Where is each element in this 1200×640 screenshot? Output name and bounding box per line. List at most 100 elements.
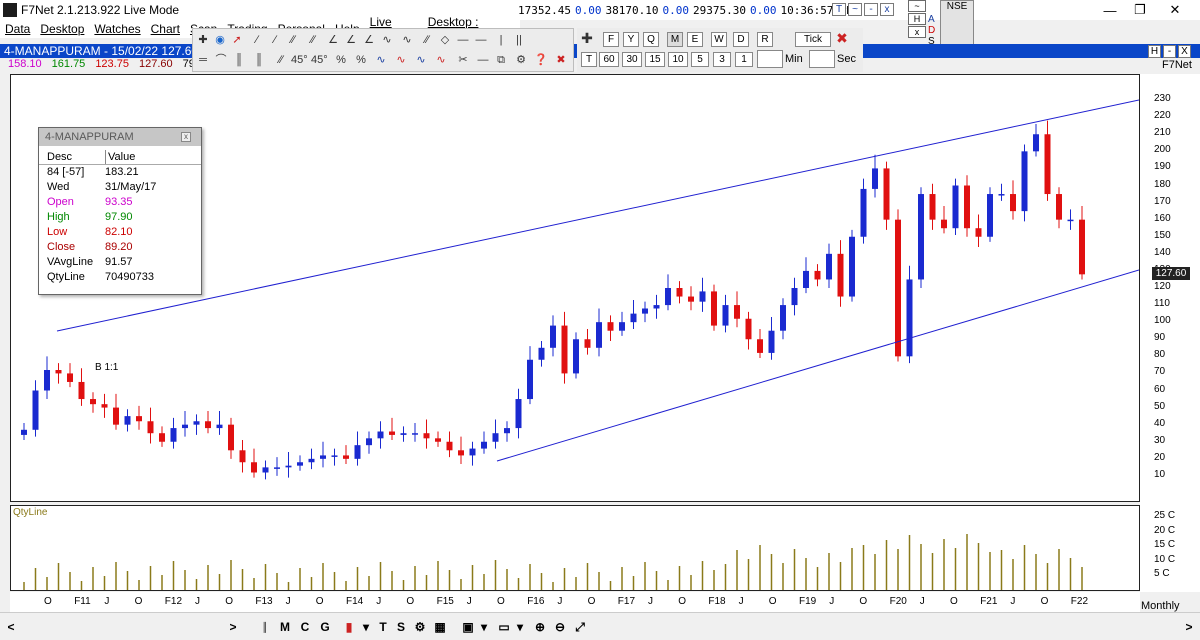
- sec-input[interactable]: [809, 50, 835, 68]
- help-icon[interactable]: ❓: [533, 53, 549, 67]
- bar-type-icon[interactable]: ║: [254, 619, 276, 635]
- crosshair-icon[interactable]: ✚: [579, 31, 595, 45]
- red-wave-2-icon[interactable]: ∿: [433, 53, 449, 67]
- menu-data[interactable]: Data: [5, 22, 30, 36]
- s-button[interactable]: S: [394, 619, 408, 635]
- minimize-button[interactable]: —: [1095, 0, 1125, 20]
- ray-tool-icon[interactable]: ∕: [267, 33, 283, 47]
- vertical-line-icon[interactable]: |: [493, 33, 509, 47]
- volume-panel[interactable]: QtyLine: [10, 505, 1140, 591]
- t-button[interactable]: T: [376, 619, 390, 635]
- tf-15[interactable]: 15: [645, 52, 665, 67]
- zigzag-icon[interactable]: ∿: [379, 33, 395, 47]
- copy-icon[interactable]: ⧉: [493, 53, 509, 67]
- arc-icon[interactable]: ∕∕: [419, 33, 435, 47]
- candle-dropdown-icon[interactable]: ▾: [360, 619, 372, 635]
- scroll-left-icon[interactable]: <: [4, 619, 18, 635]
- h-toggle[interactable]: H: [908, 13, 926, 25]
- zoom-out-icon[interactable]: ⊖: [552, 619, 568, 635]
- channel-icon[interactable]: ∕∕: [305, 33, 321, 47]
- tf-30[interactable]: 30: [622, 52, 642, 67]
- tf-1[interactable]: 1: [735, 52, 753, 67]
- angle45b-icon[interactable]: 45°: [311, 53, 328, 67]
- tf-w[interactable]: W: [711, 32, 727, 47]
- tf-t[interactable]: T: [581, 52, 597, 67]
- fib-fan-icon[interactable]: ∠: [343, 33, 359, 47]
- red-wave-icon[interactable]: ∿: [393, 53, 409, 67]
- tf-y[interactable]: Y: [623, 32, 639, 47]
- diamond-icon[interactable]: ◇: [437, 33, 453, 47]
- minimize-ticker-button[interactable]: -: [864, 3, 878, 16]
- data-window-close-icon[interactable]: x: [181, 132, 191, 142]
- settings-icon[interactable]: ⚙: [513, 53, 529, 67]
- tf-f[interactable]: F: [603, 32, 619, 47]
- wave-icon[interactable]: ∿: [399, 33, 415, 47]
- percent-x-icon[interactable]: %: [353, 53, 369, 67]
- tf-60[interactable]: 60: [599, 52, 619, 67]
- tick-button[interactable]: Tick: [795, 32, 831, 47]
- data-window[interactable]: 4-MANAPPURAM x Desc Value 84 [-57] 183.21…: [38, 127, 202, 295]
- fit-icon[interactable]: ⤢: [572, 619, 588, 635]
- stop-icon[interactable]: ✖: [834, 31, 850, 45]
- open-folder-icon[interactable]: ▭: [496, 619, 512, 635]
- angle45-icon[interactable]: 45°: [291, 53, 308, 67]
- side-letters: ~ H x: [908, 0, 928, 50]
- save-icon[interactable]: ▣: [460, 619, 476, 635]
- chart-minimize-button[interactable]: -: [1163, 45, 1176, 58]
- line-icon[interactable]: —: [475, 53, 491, 67]
- tf-r[interactable]: R: [757, 32, 773, 47]
- menu-chart[interactable]: Chart: [151, 22, 180, 36]
- zoom-in-icon[interactable]: ⊕: [532, 619, 548, 635]
- hline-icon[interactable]: ═: [195, 53, 211, 67]
- min-input[interactable]: [757, 50, 783, 68]
- tf-e[interactable]: E: [687, 32, 703, 47]
- close-ticker-button[interactable]: x: [880, 3, 894, 16]
- arc-tool-icon[interactable]: ⌒: [213, 53, 229, 67]
- blue-wave-2-icon[interactable]: ∿: [413, 53, 429, 67]
- scroll-far-right-icon[interactable]: >: [1182, 619, 1196, 635]
- grid-view-icon[interactable]: ▦: [432, 619, 448, 635]
- chart-close-button[interactable]: X: [1178, 45, 1191, 58]
- chart-hide-button[interactable]: H: [1148, 45, 1161, 58]
- tf-m[interactable]: M: [667, 32, 683, 47]
- line-tool-icon[interactable]: ∕: [249, 33, 265, 47]
- scissors-icon[interactable]: ✂: [455, 53, 471, 67]
- restore-button[interactable]: ❐: [1125, 0, 1155, 20]
- bars-icon[interactable]: ║: [251, 53, 267, 67]
- tf-d[interactable]: D: [733, 32, 749, 47]
- delete-icon[interactable]: ✖: [553, 53, 569, 67]
- pitchfork-icon[interactable]: ∠: [361, 33, 377, 47]
- percent-icon[interactable]: %: [333, 53, 349, 67]
- exchange-box[interactable]: NSE: [940, 0, 974, 50]
- tf-10[interactable]: 10: [668, 52, 688, 67]
- scroll-right-icon[interactable]: >: [226, 619, 240, 635]
- candle-icon[interactable]: ▮: [340, 619, 358, 635]
- pointer-icon[interactable]: ➚: [229, 33, 245, 47]
- angle-icon[interactable]: ∕∕: [273, 53, 289, 67]
- close-button[interactable]: ✕: [1160, 0, 1190, 20]
- menu-desktop[interactable]: Desktop: [40, 22, 84, 36]
- g-button[interactable]: G: [316, 619, 334, 635]
- menu-watches[interactable]: Watches: [94, 22, 140, 36]
- globe-icon[interactable]: ◉: [212, 33, 228, 47]
- wave-button[interactable]: ~: [848, 3, 862, 16]
- gear-icon[interactable]: ⚙: [412, 619, 428, 635]
- fan-icon[interactable]: ∠: [325, 33, 341, 47]
- x-toggle[interactable]: x: [908, 26, 926, 38]
- c-button[interactable]: C: [296, 619, 314, 635]
- wave-toggle[interactable]: ~: [908, 0, 926, 12]
- tf-q[interactable]: Q: [643, 32, 659, 47]
- open-dropdown-icon[interactable]: ▾: [514, 619, 526, 635]
- save-dropdown-icon[interactable]: ▾: [478, 619, 490, 635]
- tf-3[interactable]: 3: [713, 52, 731, 67]
- h-line-xx-icon[interactable]: —: [473, 33, 489, 47]
- m-button[interactable]: M: [276, 619, 294, 635]
- horizontal-line-icon[interactable]: —: [455, 33, 471, 47]
- tf-5[interactable]: 5: [691, 52, 709, 67]
- blue-wave-icon[interactable]: ∿: [373, 53, 389, 67]
- move-icon[interactable]: ✚: [195, 33, 211, 47]
- parallel-lines-icon[interactable]: ∕∕: [285, 33, 301, 47]
- double-vertical-icon[interactable]: ||: [511, 33, 527, 47]
- toggle-button[interactable]: T: [832, 3, 846, 16]
- grid-icon[interactable]: ║: [231, 53, 247, 67]
